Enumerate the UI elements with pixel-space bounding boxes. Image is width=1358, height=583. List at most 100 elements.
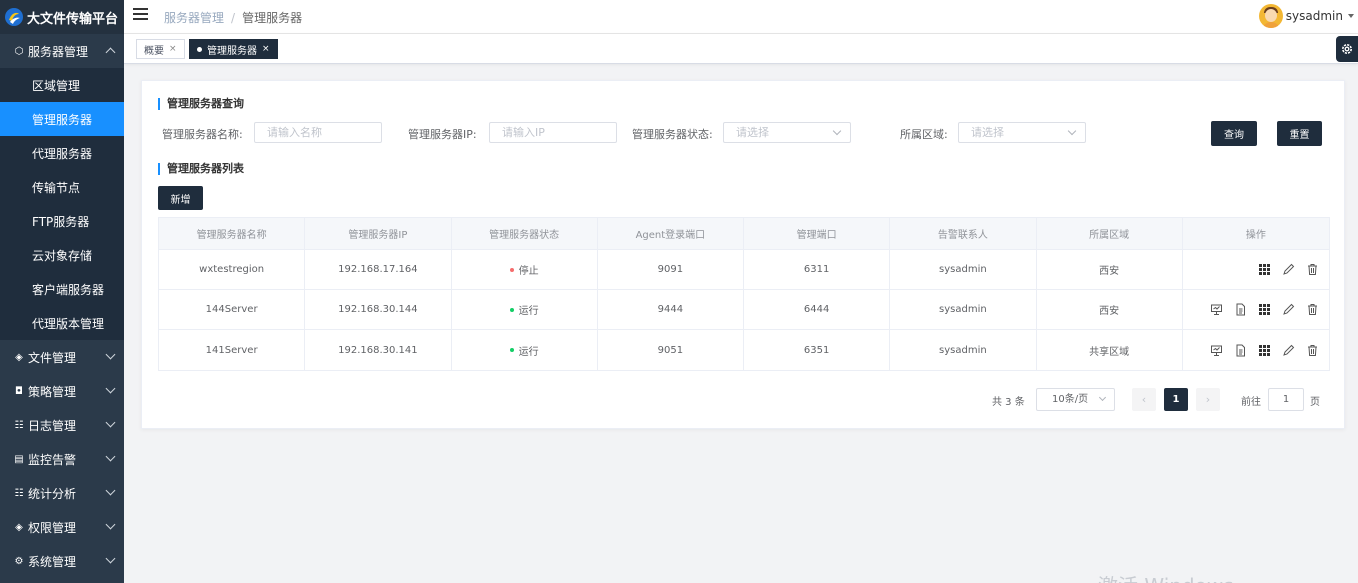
policy-icon: ◘: [15, 385, 23, 397]
sidebar-item[interactable]: 云对象存储: [0, 238, 124, 272]
status-text: 停止: [518, 266, 539, 277]
status-label: 管理服务器状态:: [632, 128, 713, 141]
sidebar: 大文件传输平台 ⬡ 服务器管理 区域管理 管理服务器 代理服务器 传输节点 FTP服务器 云对…: [0, 0, 124, 583]
goto-page-input[interactable]: 1: [1268, 388, 1304, 411]
document-icon[interactable]: [1233, 343, 1247, 357]
goto-prefix: 前往: [1241, 397, 1261, 408]
breadcrumb-item[interactable]: 服务器管理: [164, 11, 224, 25]
region-select[interactable]: 请选择: [958, 122, 1086, 143]
main-card: 管理服务器查询 管理服务器名称: 请输入名称 管理服务器IP: 请输入IP 管理…: [141, 80, 1345, 429]
chevron-down-icon: [105, 383, 116, 394]
chevron-down-icon: [832, 126, 842, 136]
server-table: 管理服务器名称 管理服务器IP 管理服务器状态 Agent登录端口 管理端口 告警联系人所…: [158, 217, 1330, 371]
avatar[interactable]: [1258, 4, 1283, 28]
table-cell-status: 运行: [452, 330, 598, 370]
table-cell-mgmt-port: 6444: [744, 290, 891, 329]
sidebar-item[interactable]: 代理服务器: [0, 136, 124, 170]
sidebar-group-label: 权限管理: [28, 520, 77, 535]
sidebar-group[interactable]: ☷ 日志管理: [0, 408, 124, 442]
chevron-right-icon: ›: [1205, 393, 1211, 406]
ip-input[interactable]: 请输入IP: [489, 122, 617, 143]
status-dot-icon: [509, 267, 514, 272]
close-icon[interactable]: ×: [262, 44, 270, 54]
sidebar-group[interactable]: ⚙ 系统管理: [0, 544, 124, 578]
ip-label: 管理服务器IP:: [408, 128, 477, 141]
sidebar-group[interactable]: ⬡ 服务器管理: [0, 34, 124, 68]
sidebar-item[interactable]: 客户端服务器: [0, 272, 124, 306]
sidebar-group[interactable]: ▤ 监控告警: [0, 442, 124, 476]
grid-icon[interactable]: [1257, 343, 1271, 357]
sidebar-group[interactable]: ◘ 策略管理: [0, 374, 124, 408]
sidebar-group[interactable]: ◈ 文件管理: [0, 340, 124, 374]
monitor-icon[interactable]: [1209, 303, 1223, 317]
table-cell-actions: [1183, 250, 1329, 289]
edit-icon[interactable]: [1281, 303, 1295, 317]
active-dot-icon: [197, 46, 202, 52]
user-menu[interactable]: sysadmin: [1258, 4, 1354, 28]
chevron-down-icon: [105, 553, 116, 564]
table-row: 141Server 192.168.30.141 运行 9051 6351 sysadmi…: [159, 330, 1329, 370]
tab-overview[interactable]: 概要 ×: [136, 39, 185, 59]
menu-toggle-icon[interactable]: [133, 8, 148, 20]
sidebar-item[interactable]: FTP服务器: [0, 204, 124, 238]
sidebar-group-label: 监控告警: [28, 452, 77, 467]
close-icon[interactable]: ×: [169, 44, 177, 54]
delete-icon[interactable]: [1305, 303, 1319, 317]
breadcrumb: 服务器管理 / 管理服务器: [164, 11, 303, 25]
reset-button[interactable]: 重置: [1277, 121, 1322, 146]
status-dot-icon: [509, 348, 514, 352]
sidebar-item[interactable]: 代理版本管理: [0, 306, 124, 340]
page-number[interactable]: 1: [1164, 388, 1188, 411]
grid-icon[interactable]: [1257, 303, 1271, 317]
sidebar-group[interactable]: ◈ 权限管理: [0, 510, 124, 544]
tab-label: 概要: [144, 45, 164, 57]
status-text: 运行: [518, 306, 539, 317]
sidebar-item[interactable]: 管理服务器: [0, 102, 124, 136]
table-cell-actions: [1183, 330, 1329, 370]
monitor-icon: ▤: [14, 453, 24, 465]
delete-icon[interactable]: [1305, 343, 1319, 357]
add-button[interactable]: 新增: [158, 186, 203, 210]
table-cell-ip: 192.168.30.144: [305, 290, 452, 329]
app-logo[interactable]: 大文件传输平台: [0, 0, 124, 34]
list-section-title: 管理服务器列表: [158, 163, 244, 175]
sidebar-group-label: 日志管理: [28, 418, 77, 433]
next-page-button[interactable]: ›: [1196, 388, 1220, 411]
status-select[interactable]: 请选择: [723, 122, 851, 143]
caret-down-icon[interactable]: [1348, 14, 1354, 18]
sidebar-group-label: 策略管理: [28, 384, 77, 399]
table-header: 管理服务器名称 管理服务器IP 管理服务器状态 Agent登录端口 管理端口 告警联系人所…: [159, 218, 1329, 250]
windows-watermark: 激活 Windows: [1098, 570, 1234, 583]
pager-total: 共 3 条: [992, 397, 1025, 408]
search-button[interactable]: 查询: [1211, 121, 1257, 146]
sidebar-group-label: 统计分析: [28, 486, 77, 501]
sidebar-group[interactable]: ☷ 统计分析: [0, 476, 124, 510]
tags-bar: 概要 × 管理服务器 ×: [124, 34, 1358, 64]
table-cell-agent-port: 9091: [598, 250, 744, 289]
tab-manage-server[interactable]: 管理服务器 ×: [189, 39, 278, 59]
grid-icon[interactable]: [1257, 263, 1271, 277]
column-header: 管理服务器名称: [159, 218, 306, 249]
column-header: 管理端口: [744, 218, 891, 249]
sidebar-menu: ⬡ 服务器管理 区域管理 管理服务器 代理服务器 传输节点 FTP服务器 云对象存储 客户端服务…: [0, 34, 124, 578]
delete-icon[interactable]: [1305, 263, 1319, 277]
stats-icon: ☷: [14, 487, 24, 499]
column-header: Agent登录端口: [598, 218, 744, 249]
table-row: 144Server 192.168.30.144 运行 9444 6444 sysadmi…: [159, 290, 1329, 330]
name-input[interactable]: 请输入名称: [254, 122, 382, 143]
sidebar-item[interactable]: 传输节点: [0, 170, 124, 204]
page-size-select[interactable]: 10条/页: [1036, 388, 1115, 411]
document-icon[interactable]: [1233, 303, 1247, 317]
table-cell-region: 西安: [1037, 290, 1183, 329]
table-cell-agent-port: 9444: [598, 290, 744, 329]
monitor-icon[interactable]: [1209, 343, 1223, 357]
sidebar-item[interactable]: 区域管理: [0, 68, 124, 102]
edit-icon[interactable]: [1281, 343, 1295, 357]
settings-button[interactable]: [1336, 36, 1358, 62]
table-cell-contact: sysadmin: [890, 330, 1037, 370]
prev-page-button[interactable]: ‹: [1132, 388, 1156, 411]
table-cell-name: 141Server: [159, 330, 306, 370]
edit-icon[interactable]: [1281, 263, 1295, 277]
column-header: 操作: [1245, 230, 1266, 241]
username[interactable]: sysadmin: [1286, 9, 1343, 23]
